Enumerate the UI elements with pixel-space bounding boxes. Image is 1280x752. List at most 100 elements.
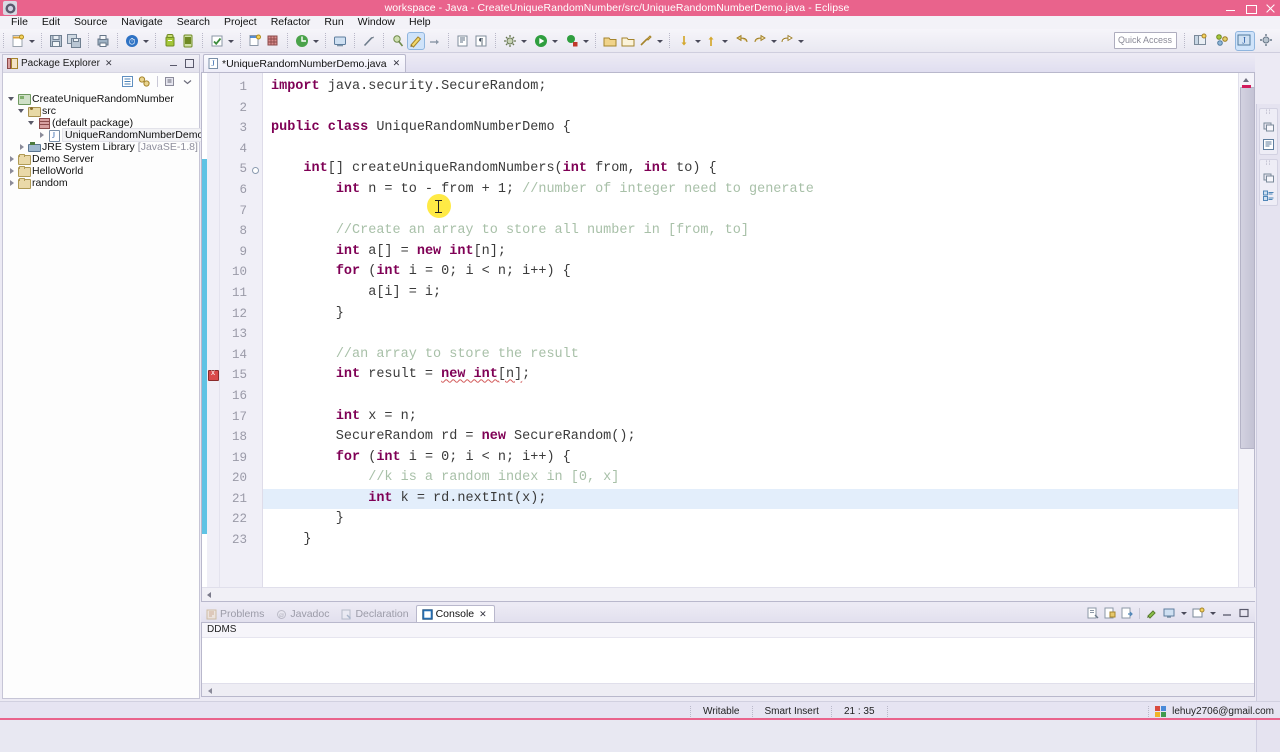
- code-line[interactable]: int n = to - from + 1; //number of integ…: [263, 180, 1238, 201]
- chevron-down-icon[interactable]: [17, 106, 27, 116]
- code-line[interactable]: [263, 386, 1238, 407]
- chevron-down-icon[interactable]: [7, 94, 17, 104]
- chevron-right-icon[interactable]: [37, 130, 47, 140]
- search-icon[interactable]: [638, 33, 654, 49]
- debug-icon[interactable]: ⏱: [124, 33, 140, 49]
- restore-icon[interactable]: [1261, 170, 1276, 185]
- tree-item-demo-server[interactable]: Demo Server: [7, 153, 199, 165]
- code-line[interactable]: import java.security.SecureRandom;: [263, 77, 1238, 98]
- minimize-button[interactable]: [1225, 3, 1236, 14]
- tab-problems[interactable]: Problems: [201, 606, 271, 622]
- code-line[interactable]: //Create an array to store all number in…: [263, 221, 1238, 242]
- menu-refactor[interactable]: Refactor: [264, 16, 318, 29]
- menu-run[interactable]: Run: [317, 16, 350, 29]
- run-icon[interactable]: [533, 33, 549, 49]
- new-java-project-icon[interactable]: [247, 33, 263, 49]
- next-annotation-dropdown-icon[interactable]: [694, 33, 701, 49]
- open-console-dropdown-icon[interactable]: [1209, 605, 1216, 621]
- open-perspective-icon[interactable]: [1192, 32, 1210, 50]
- code-line[interactable]: int a[] = new int[n];: [263, 242, 1238, 263]
- menu-project[interactable]: Project: [217, 16, 264, 29]
- new-package-icon[interactable]: [265, 33, 281, 49]
- view-menu-icon[interactable]: [164, 75, 177, 88]
- restore-icon[interactable]: [1261, 119, 1276, 134]
- console-horizontal-scrollbar[interactable]: [202, 683, 1254, 696]
- collapse-all-icon[interactable]: [121, 75, 134, 88]
- external-tools-dropdown-icon[interactable]: [520, 33, 527, 49]
- code-line[interactable]: [263, 201, 1238, 222]
- new-wizard-dropdown-icon[interactable]: [28, 33, 35, 49]
- chevron-right-icon[interactable]: [17, 142, 27, 152]
- minimize-view-icon[interactable]: [169, 59, 178, 68]
- show-print-margin-icon[interactable]: [455, 33, 471, 49]
- tree-item-uniquerandomnumberdemo-java[interactable]: UniqueRandomNumberDemo.java: [7, 128, 229, 142]
- display-console-dropdown-icon[interactable]: [1180, 605, 1187, 621]
- menu-source[interactable]: Source: [67, 16, 114, 29]
- open-resource-icon[interactable]: [620, 33, 636, 49]
- tab-unique-random-number-demo[interactable]: J *UniqueRandomNumberDemo.java ✕: [203, 54, 407, 72]
- previous-annotation-icon[interactable]: [703, 33, 719, 49]
- code-line[interactable]: [263, 98, 1238, 119]
- code-line[interactable]: public class UniqueRandomNumberDemo {: [263, 118, 1238, 139]
- show-whitespace-icon[interactable]: [426, 33, 442, 49]
- check-icon[interactable]: [209, 33, 225, 49]
- code-line[interactable]: int k = rd.nextInt(x);: [263, 488, 1238, 510]
- code-line[interactable]: }: [263, 509, 1238, 530]
- tree-item-createuniquerandomnumber[interactable]: CreateUniqueRandomNumber: [7, 93, 199, 105]
- editor-horizontal-scrollbar[interactable]: [202, 587, 1256, 601]
- code-line[interactable]: [263, 324, 1238, 345]
- tree-item-src[interactable]: src: [7, 105, 199, 117]
- new-wizard-icon[interactable]: [10, 33, 26, 49]
- clear-console-icon[interactable]: [1086, 606, 1100, 620]
- forward-dropdown-icon[interactable]: [770, 33, 777, 49]
- chevron-right-icon[interactable]: [7, 166, 17, 176]
- code-line[interactable]: int result = new int[n];: [263, 365, 1238, 386]
- tab-package-explorer[interactable]: Package Explorer ✕: [3, 58, 116, 69]
- tree-item-jre-system-library[interactable]: JRE System Library [JavaSE-1.8]: [7, 141, 199, 153]
- chevron-right-icon[interactable]: [7, 154, 17, 164]
- toggle-ant-build-icon[interactable]: [390, 33, 406, 49]
- code-line[interactable]: int x = n;: [263, 407, 1238, 428]
- code-line[interactable]: a[i] = i;: [263, 283, 1238, 304]
- close-button[interactable]: [1265, 3, 1276, 14]
- error-marker-icon[interactable]: [208, 368, 219, 382]
- menu-help[interactable]: Help: [402, 16, 438, 29]
- chevron-down-icon[interactable]: [27, 118, 37, 128]
- ddms-perspective-icon[interactable]: [1214, 32, 1232, 50]
- drag-handle[interactable]: ⁞⁞: [1266, 110, 1271, 116]
- code-line[interactable]: for (int i = 0; i < n; i++) {: [263, 448, 1238, 469]
- close-icon[interactable]: ✕: [393, 58, 401, 69]
- link-icon[interactable]: [407, 31, 425, 50]
- menu-search[interactable]: Search: [170, 16, 217, 29]
- code-line[interactable]: }: [263, 530, 1238, 551]
- menu-file[interactable]: File: [4, 16, 35, 29]
- open-type-icon[interactable]: [602, 33, 618, 49]
- drag-handle[interactable]: ⁞⁞: [1266, 161, 1271, 167]
- code-line[interactable]: }: [263, 304, 1238, 325]
- code-line[interactable]: [263, 139, 1238, 160]
- tree-item-helloworld[interactable]: HelloWorld: [7, 165, 199, 177]
- folding-ruler[interactable]: [250, 73, 263, 601]
- scrollbar-thumb[interactable]: [1240, 87, 1255, 449]
- editor-vertical-scrollbar[interactable]: [1238, 73, 1255, 601]
- minimize-icon[interactable]: [1220, 606, 1234, 620]
- close-icon[interactable]: ✕: [479, 609, 487, 620]
- chevron-down-icon[interactable]: [181, 75, 194, 88]
- maximize-icon[interactable]: [1237, 606, 1251, 620]
- search-dropdown-icon[interactable]: [656, 33, 663, 49]
- maximize-button[interactable]: [1245, 3, 1257, 14]
- link-with-editor-icon[interactable]: [138, 75, 151, 88]
- save-all-icon[interactable]: [66, 33, 82, 49]
- debug-dropdown-icon[interactable]: [142, 33, 149, 49]
- console-output-area[interactable]: DDMS: [201, 622, 1255, 697]
- maximize-view-icon[interactable]: [185, 59, 194, 68]
- menu-edit[interactable]: Edit: [35, 16, 67, 29]
- skip-breakpoints-icon[interactable]: [332, 33, 348, 49]
- save-icon[interactable]: [48, 33, 64, 49]
- tab-declaration[interactable]: Declaration: [336, 606, 415, 622]
- show-console-on-output-icon[interactable]: [1120, 606, 1134, 620]
- scroll-left-button[interactable]: [202, 588, 218, 601]
- pin-console-icon[interactable]: [1145, 606, 1159, 620]
- code-text-area[interactable]: import java.security.SecureRandom; publi…: [263, 73, 1238, 601]
- annotation-ruler[interactable]: [207, 73, 220, 601]
